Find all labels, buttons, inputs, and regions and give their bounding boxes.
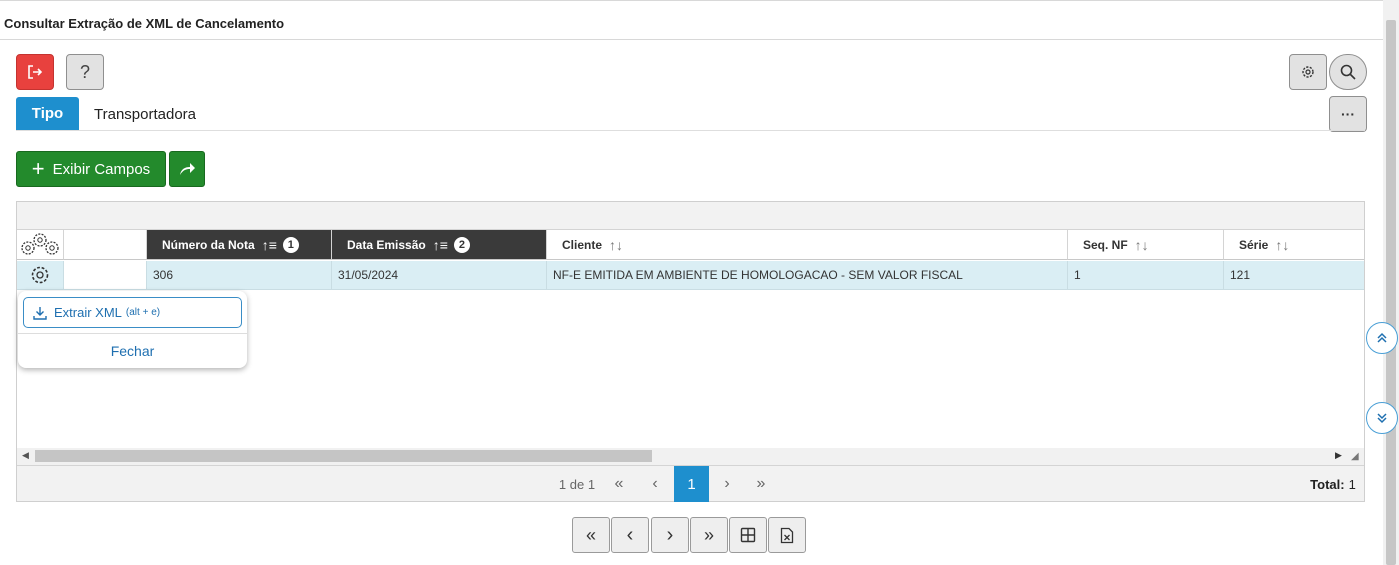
row-actions-button[interactable] bbox=[17, 261, 64, 290]
menu-divider bbox=[18, 333, 247, 334]
search-button[interactable] bbox=[1329, 54, 1367, 90]
nav-first-icon: « bbox=[585, 524, 596, 545]
next-page-button[interactable]: › bbox=[713, 466, 741, 502]
grid-group-band bbox=[17, 202, 1364, 230]
close-menu-button[interactable]: Fechar bbox=[18, 343, 247, 359]
nav-prev-button[interactable]: ‹ bbox=[611, 517, 649, 553]
sort-both-icon[interactable]: ↑↓ bbox=[609, 237, 623, 253]
total-label: Total: bbox=[1310, 476, 1345, 492]
sort-both-icon[interactable]: ↑↓ bbox=[1135, 237, 1149, 253]
search-icon bbox=[1340, 64, 1356, 80]
prev-page-button[interactable]: ‹ bbox=[641, 466, 669, 502]
table-cell-cliente[interactable]: NF-E EMITIDA EM AMBIENTE DE HOMOLOGACAO … bbox=[547, 261, 1068, 290]
show-fields-label: Exibir Campos bbox=[52, 160, 151, 178]
table-cell-serie[interactable]: 121 bbox=[1224, 261, 1364, 290]
scroll-right-arrow-icon[interactable]: ▶ bbox=[1335, 450, 1342, 461]
page-title: Consultar Extração de XML de Cancelament… bbox=[4, 16, 285, 31]
exit-button[interactable] bbox=[16, 54, 54, 90]
nav-first-button[interactable]: « bbox=[572, 517, 610, 553]
tab-transportadora[interactable]: Transportadora bbox=[94, 106, 196, 123]
horizontal-scrollbar-thumb[interactable] bbox=[35, 450, 652, 462]
scroll-up-button[interactable] bbox=[1366, 322, 1398, 354]
cell-value: 306 bbox=[153, 268, 174, 282]
column-header-serie[interactable]: Série ↑↓ bbox=[1224, 230, 1364, 260]
grid-blank-header bbox=[64, 230, 147, 260]
table-cell-data[interactable]: 31/05/2024 bbox=[332, 261, 547, 290]
plus-icon: + bbox=[31, 156, 45, 181]
more-options-button[interactable]: ··· bbox=[1329, 96, 1367, 132]
column-header-label: Série bbox=[1239, 237, 1269, 252]
horizontal-scrollbar[interactable]: ◀ ▶ ◢ bbox=[17, 448, 1364, 465]
sort-asc-icon[interactable]: ↑≡ bbox=[433, 237, 448, 253]
extract-xml-button[interactable]: Extrair XML (alt + e) bbox=[23, 297, 242, 328]
tab-tipo[interactable]: Tipo bbox=[16, 97, 79, 130]
column-header-label: Seq. NF bbox=[1083, 237, 1128, 252]
page-info: 1 de 1 bbox=[558, 476, 596, 492]
tab-transportadora-label: Transportadora bbox=[94, 106, 196, 123]
table-cell-seq[interactable]: 1 bbox=[1068, 261, 1224, 290]
double-chevron-up-icon bbox=[1377, 332, 1387, 343]
last-page-button[interactable]: » bbox=[747, 466, 775, 502]
gears-icon bbox=[21, 232, 59, 255]
nav-last-button[interactable]: » bbox=[690, 517, 728, 553]
vertical-scrollbar[interactable] bbox=[1383, 0, 1399, 565]
cell-value: 31/05/2024 bbox=[338, 268, 399, 282]
current-page-button[interactable]: 1 bbox=[674, 466, 709, 502]
total-count: Total: 1 bbox=[1307, 466, 1359, 502]
help-icon: ? bbox=[79, 61, 90, 82]
column-header-seq-nf[interactable]: Seq. NF ↑↓ bbox=[1068, 230, 1224, 260]
column-header-data-emissao[interactable]: Data Emissão ↑≡ 2 bbox=[332, 230, 547, 260]
cell-value: 1 bbox=[1074, 268, 1081, 282]
vertical-scrollbar-thumb[interactable] bbox=[1386, 20, 1396, 565]
share-icon bbox=[180, 163, 195, 175]
total-value: 1 bbox=[1348, 476, 1356, 492]
gear-icon bbox=[1302, 66, 1314, 78]
sort-asc-icon[interactable]: ↑≡ bbox=[262, 237, 277, 253]
tab-tipo-label: Tipo bbox=[31, 105, 64, 122]
exit-icon bbox=[28, 65, 43, 79]
cell-value: NF-E EMITIDA EM AMBIENTE DE HOMOLOGACAO … bbox=[553, 268, 963, 282]
column-header-label: Número da Nota bbox=[162, 237, 255, 252]
first-page-button[interactable]: « bbox=[605, 466, 633, 502]
extract-xml-label: Extrair XML bbox=[54, 305, 122, 320]
column-header-numero-nota[interactable]: Número da Nota ↑≡ 1 bbox=[147, 230, 332, 260]
column-header-label: Data Emissão bbox=[347, 237, 426, 252]
help-button[interactable]: ? bbox=[66, 54, 104, 90]
window-titlebar: Consultar Extração de XML de Cancelament… bbox=[0, 0, 1383, 40]
resize-handle-icon[interactable]: ◢ bbox=[1351, 451, 1359, 462]
scroll-left-arrow-icon[interactable]: ◀ bbox=[22, 450, 29, 461]
scroll-down-button[interactable] bbox=[1366, 402, 1398, 434]
nav-prev-icon: ‹ bbox=[626, 523, 634, 546]
grid-pager: 1 de 1 « ‹ 1 › » Total: 1 bbox=[17, 465, 1364, 502]
download-icon bbox=[33, 306, 47, 320]
share-button[interactable] bbox=[169, 151, 205, 187]
extract-xml-shortcut: (alt + e) bbox=[125, 307, 161, 318]
table-cell-numero[interactable]: 306 bbox=[147, 261, 332, 290]
nav-last-icon: » bbox=[703, 524, 714, 545]
show-fields-button[interactable]: + Exibir Campos bbox=[16, 151, 166, 187]
nav-next-button[interactable]: › bbox=[651, 517, 689, 553]
excel-file-icon bbox=[780, 527, 794, 543]
more-icon: ··· bbox=[1341, 106, 1355, 122]
grid-icon bbox=[740, 527, 756, 543]
export-excel-button[interactable] bbox=[768, 517, 806, 553]
tab-divider bbox=[16, 130, 1365, 131]
row-blank-cell bbox=[64, 261, 147, 290]
row-actions-menu: Extrair XML (alt + e) Fechar bbox=[18, 291, 247, 368]
sort-both-icon[interactable]: ↑↓ bbox=[1275, 237, 1289, 253]
sort-order-badge: 1 bbox=[282, 236, 299, 253]
double-chevron-down-icon bbox=[1377, 413, 1387, 424]
nav-next-icon: › bbox=[666, 523, 674, 546]
column-header-label: Cliente bbox=[562, 237, 603, 252]
settings-button[interactable] bbox=[1289, 54, 1327, 90]
cell-value: 121 bbox=[1230, 268, 1251, 282]
gear-icon bbox=[31, 266, 49, 284]
sort-order-badge: 2 bbox=[453, 236, 470, 253]
column-header-cliente[interactable]: Cliente ↑↓ bbox=[547, 230, 1068, 260]
grid-settings-header[interactable] bbox=[17, 230, 64, 260]
grid-view-button[interactable] bbox=[729, 517, 767, 553]
